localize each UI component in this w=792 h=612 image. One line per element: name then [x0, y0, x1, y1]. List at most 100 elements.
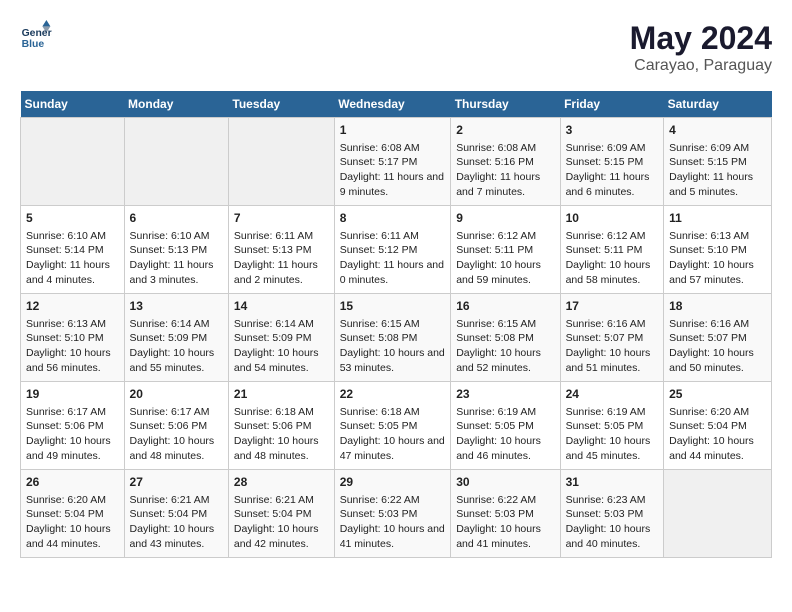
cell-data-line: Sunset: 5:08 PM — [456, 331, 554, 346]
cell-data-line: Sunset: 5:14 PM — [26, 243, 119, 258]
cell-data-line: Daylight: 11 hours and 9 minutes. — [340, 170, 446, 199]
cell-data-line: Sunset: 5:07 PM — [566, 331, 659, 346]
cell-data-line: Daylight: 11 hours and 2 minutes. — [234, 258, 329, 287]
cell-data-line: Sunset: 5:05 PM — [566, 419, 659, 434]
page-header: General Blue May 2024 Carayao, Paraguay — [20, 20, 772, 75]
day-number: 26 — [26, 474, 119, 491]
cell-data-line: Sunset: 5:04 PM — [234, 507, 329, 522]
day-number: 1 — [340, 122, 446, 139]
cell-data-line: Sunrise: 6:13 AM — [26, 317, 119, 332]
cell-data-line: Sunrise: 6:10 AM — [26, 229, 119, 244]
cell-data-line: Daylight: 10 hours and 48 minutes. — [130, 434, 223, 463]
cell-data-line: Sunset: 5:03 PM — [566, 507, 659, 522]
day-number: 5 — [26, 210, 119, 227]
day-number: 9 — [456, 210, 554, 227]
calendar-week-row: 5Sunrise: 6:10 AMSunset: 5:14 PMDaylight… — [21, 206, 772, 294]
svg-text:Blue: Blue — [22, 39, 45, 50]
cell-data-line: Daylight: 10 hours and 41 minutes. — [340, 522, 446, 551]
cell-data-line: Daylight: 11 hours and 0 minutes. — [340, 258, 446, 287]
logo-icon: General Blue — [20, 20, 52, 52]
day-of-week-header: Wednesday — [334, 91, 451, 118]
cell-data-line: Sunset: 5:06 PM — [26, 419, 119, 434]
cell-data-line: Sunrise: 6:12 AM — [566, 229, 659, 244]
subtitle: Carayao, Paraguay — [630, 57, 772, 75]
cell-data-line: Sunrise: 6:16 AM — [566, 317, 659, 332]
cell-data-line: Daylight: 10 hours and 59 minutes. — [456, 258, 554, 287]
calendar-cell: 25Sunrise: 6:20 AMSunset: 5:04 PMDayligh… — [664, 382, 772, 470]
cell-data-line: Sunset: 5:03 PM — [456, 507, 554, 522]
cell-data-line: Sunrise: 6:21 AM — [130, 493, 223, 508]
cell-data-line: Daylight: 10 hours and 51 minutes. — [566, 346, 659, 375]
cell-data-line: Sunrise: 6:19 AM — [566, 405, 659, 420]
cell-data-line: Sunset: 5:04 PM — [26, 507, 119, 522]
day-number: 18 — [669, 298, 766, 315]
cell-data-line: Daylight: 10 hours and 54 minutes. — [234, 346, 329, 375]
day-number: 30 — [456, 474, 554, 491]
cell-data-line: Sunset: 5:08 PM — [340, 331, 446, 346]
day-number: 17 — [566, 298, 659, 315]
cell-data-line: Daylight: 10 hours and 46 minutes. — [456, 434, 554, 463]
cell-data-line: Sunrise: 6:18 AM — [340, 405, 446, 420]
cell-data-line: Daylight: 10 hours and 49 minutes. — [26, 434, 119, 463]
cell-data-line: Daylight: 10 hours and 53 minutes. — [340, 346, 446, 375]
calendar-cell — [664, 470, 772, 558]
cell-data-line: Sunset: 5:04 PM — [669, 419, 766, 434]
cell-data-line: Daylight: 10 hours and 43 minutes. — [130, 522, 223, 551]
calendar-cell: 31Sunrise: 6:23 AMSunset: 5:03 PMDayligh… — [560, 470, 664, 558]
day-of-week-header: Friday — [560, 91, 664, 118]
day-number: 31 — [566, 474, 659, 491]
calendar-cell: 21Sunrise: 6:18 AMSunset: 5:06 PMDayligh… — [228, 382, 334, 470]
calendar-cell: 1Sunrise: 6:08 AMSunset: 5:17 PMDaylight… — [334, 118, 451, 206]
cell-data-line: Sunset: 5:15 PM — [669, 155, 766, 170]
cell-data-line: Daylight: 11 hours and 5 minutes. — [669, 170, 766, 199]
day-number: 14 — [234, 298, 329, 315]
calendar-cell: 8Sunrise: 6:11 AMSunset: 5:12 PMDaylight… — [334, 206, 451, 294]
cell-data-line: Sunrise: 6:22 AM — [456, 493, 554, 508]
cell-data-line: Daylight: 11 hours and 6 minutes. — [566, 170, 659, 199]
day-of-week-header: Monday — [124, 91, 228, 118]
day-number: 10 — [566, 210, 659, 227]
calendar-cell: 9Sunrise: 6:12 AMSunset: 5:11 PMDaylight… — [451, 206, 560, 294]
day-number: 24 — [566, 386, 659, 403]
calendar-cell: 28Sunrise: 6:21 AMSunset: 5:04 PMDayligh… — [228, 470, 334, 558]
cell-data-line: Daylight: 10 hours and 55 minutes. — [130, 346, 223, 375]
cell-data-line: Sunset: 5:10 PM — [669, 243, 766, 258]
cell-data-line: Sunset: 5:12 PM — [340, 243, 446, 258]
calendar-cell: 15Sunrise: 6:15 AMSunset: 5:08 PMDayligh… — [334, 294, 451, 382]
day-number: 4 — [669, 122, 766, 139]
cell-data-line: Sunset: 5:16 PM — [456, 155, 554, 170]
calendar-cell: 12Sunrise: 6:13 AMSunset: 5:10 PMDayligh… — [21, 294, 125, 382]
calendar-cell: 30Sunrise: 6:22 AMSunset: 5:03 PMDayligh… — [451, 470, 560, 558]
cell-data-line: Sunrise: 6:17 AM — [26, 405, 119, 420]
cell-data-line: Daylight: 10 hours and 45 minutes. — [566, 434, 659, 463]
day-number: 11 — [669, 210, 766, 227]
day-number: 12 — [26, 298, 119, 315]
day-number: 15 — [340, 298, 446, 315]
day-number: 16 — [456, 298, 554, 315]
day-of-week-header: Tuesday — [228, 91, 334, 118]
cell-data-line: Daylight: 11 hours and 4 minutes. — [26, 258, 119, 287]
cell-data-line: Daylight: 11 hours and 7 minutes. — [456, 170, 554, 199]
cell-data-line: Daylight: 10 hours and 58 minutes. — [566, 258, 659, 287]
calendar-cell — [21, 118, 125, 206]
cell-data-line: Sunrise: 6:16 AM — [669, 317, 766, 332]
calendar-cell: 7Sunrise: 6:11 AMSunset: 5:13 PMDaylight… — [228, 206, 334, 294]
calendar-cell: 27Sunrise: 6:21 AMSunset: 5:04 PMDayligh… — [124, 470, 228, 558]
cell-data-line: Sunrise: 6:11 AM — [340, 229, 446, 244]
cell-data-line: Sunrise: 6:12 AM — [456, 229, 554, 244]
cell-data-line: Sunrise: 6:11 AM — [234, 229, 329, 244]
day-of-week-header: Saturday — [664, 91, 772, 118]
cell-data-line: Sunset: 5:05 PM — [340, 419, 446, 434]
cell-data-line: Sunset: 5:06 PM — [234, 419, 329, 434]
cell-data-line: Sunset: 5:09 PM — [234, 331, 329, 346]
cell-data-line: Daylight: 10 hours and 50 minutes. — [669, 346, 766, 375]
cell-data-line: Sunset: 5:07 PM — [669, 331, 766, 346]
cell-data-line: Sunset: 5:17 PM — [340, 155, 446, 170]
calendar-cell: 16Sunrise: 6:15 AMSunset: 5:08 PMDayligh… — [451, 294, 560, 382]
cell-data-line: Sunrise: 6:20 AM — [26, 493, 119, 508]
calendar-cell: 22Sunrise: 6:18 AMSunset: 5:05 PMDayligh… — [334, 382, 451, 470]
calendar-cell: 26Sunrise: 6:20 AMSunset: 5:04 PMDayligh… — [21, 470, 125, 558]
day-number: 3 — [566, 122, 659, 139]
cell-data-line: Daylight: 10 hours and 42 minutes. — [234, 522, 329, 551]
calendar-cell: 24 Sunrise: 6:19 AMSunset: 5:05 PMDayligh… — [560, 382, 664, 470]
